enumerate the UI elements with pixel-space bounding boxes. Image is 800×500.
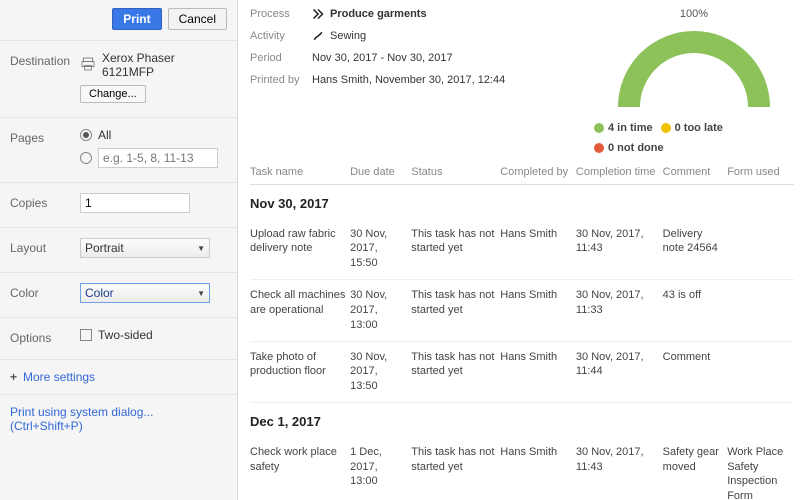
completion-gauge <box>609 22 779 112</box>
th-form: Form used <box>727 160 794 185</box>
period-label: Period <box>250 52 312 64</box>
th-status: Status <box>411 160 500 185</box>
th-task: Task name <box>250 160 350 185</box>
destination-label: Destination <box>10 51 80 68</box>
options-label: Options <box>10 328 80 345</box>
copies-input[interactable] <box>80 193 190 213</box>
layout-value: Portrait <box>85 241 124 255</box>
activity-value: Sewing <box>330 30 366 42</box>
printedby-label: Printed by <box>250 74 312 86</box>
two-sided-label: Two-sided <box>98 328 153 342</box>
cell-form: Work Place Safety Inspection Form <box>727 437 794 500</box>
activity-label: Activity <box>250 30 312 42</box>
print-preview: Process Produce garments Activity Sewing… <box>238 0 800 500</box>
printedby-value: Hans Smith, November 30, 2017, 12:44 <box>312 74 505 86</box>
cell-status: This task has not started yet <box>411 219 500 280</box>
cell-task: Check work place safety <box>250 437 350 500</box>
cell-task: Check all machines are operational <box>250 280 350 342</box>
color-value: Color <box>85 286 114 300</box>
cell-comment: Delivery note 24564 <box>663 219 728 280</box>
cell-due: 30 Nov, 2017, 13:00 <box>350 280 411 342</box>
chevron-down-icon: ▼ <box>197 244 205 253</box>
pages-range-radio[interactable] <box>80 152 92 164</box>
plus-icon: + <box>10 370 17 384</box>
layout-label: Layout <box>10 238 80 255</box>
printer-icon <box>80 56 96 75</box>
cancel-button[interactable]: Cancel <box>168 8 227 30</box>
chevron-down-icon: ▼ <box>197 289 205 298</box>
activity-icon <box>312 30 324 42</box>
legend-intime: 4 in time <box>608 122 653 134</box>
pages-all-text: All <box>98 128 111 142</box>
cell-by: Hans Smith <box>500 219 576 280</box>
system-dialog-link[interactable]: Print using system dialog... (Ctrl+Shift… <box>0 395 237 443</box>
table-row: Take photo of production floor30 Nov, 20… <box>250 341 794 403</box>
table-row: Check work place safety1 Dec, 2017, 13:0… <box>250 437 794 500</box>
gauge-legend: 4 in time 0 too late 0 not done <box>594 122 794 154</box>
th-done: Completion time <box>576 160 663 185</box>
period-value: Nov 30, 2017 - Nov 30, 2017 <box>312 52 453 64</box>
table-row: Upload raw fabric delivery note30 Nov, 2… <box>250 219 794 280</box>
print-sidebar: Print Cancel Destination Xerox Phaser 61… <box>0 0 238 500</box>
copies-label: Copies <box>10 193 80 210</box>
cell-status: This task has not started yet <box>411 341 500 403</box>
process-value: Produce garments <box>330 8 427 20</box>
cell-done: 30 Nov, 2017, 11:33 <box>576 280 663 342</box>
cell-by: Hans Smith <box>500 437 576 500</box>
th-comment: Comment <box>663 160 728 185</box>
pages-all-radio[interactable] <box>80 129 92 141</box>
dot-yellow-icon <box>661 123 671 133</box>
cell-comment: Safety gear moved <box>663 437 728 500</box>
process-label: Process <box>250 8 312 20</box>
table-row: Check all machines are operational30 Nov… <box>250 280 794 342</box>
th-by: Completed by <box>500 160 576 185</box>
cell-comment: 43 is off <box>663 280 728 342</box>
more-settings-link[interactable]: More settings <box>23 370 95 384</box>
printer-name: Xerox Phaser 6121MFP <box>102 51 227 79</box>
legend-notdone: 0 not done <box>608 142 664 154</box>
cell-comment: Comment <box>663 341 728 403</box>
cell-due: 1 Dec, 2017, 13:00 <box>350 437 411 500</box>
cell-status: This task has not started yet <box>411 437 500 500</box>
legend-toolate: 0 too late <box>675 122 723 134</box>
date-group: Nov 30, 2017 <box>250 185 794 219</box>
dot-red-icon <box>594 143 604 153</box>
cell-done: 30 Nov, 2017, 11:43 <box>576 437 663 500</box>
cell-done: 30 Nov, 2017, 11:44 <box>576 341 663 403</box>
cell-due: 30 Nov, 2017, 13:50 <box>350 341 411 403</box>
cell-task: Upload raw fabric delivery note <box>250 219 350 280</box>
cell-form <box>727 280 794 342</box>
process-icon <box>312 8 324 20</box>
color-select[interactable]: Color ▼ <box>80 283 210 303</box>
dot-green-icon <box>594 123 604 133</box>
color-label: Color <box>10 283 80 300</box>
gauge-percent: 100% <box>594 8 794 20</box>
cell-done: 30 Nov, 2017, 11:43 <box>576 219 663 280</box>
cell-status: This task has not started yet <box>411 280 500 342</box>
print-button[interactable]: Print <box>112 8 161 30</box>
pages-range-input[interactable] <box>98 148 218 168</box>
pages-label: Pages <box>10 128 80 145</box>
cell-form <box>727 341 794 403</box>
two-sided-checkbox[interactable] <box>80 329 92 341</box>
th-due: Due date <box>350 160 411 185</box>
cell-task: Take photo of production floor <box>250 341 350 403</box>
date-group: Dec 1, 2017 <box>250 403 794 437</box>
cell-due: 30 Nov, 2017, 15:50 <box>350 219 411 280</box>
cell-by: Hans Smith <box>500 280 576 342</box>
cell-form <box>727 219 794 280</box>
cell-by: Hans Smith <box>500 341 576 403</box>
tasks-table: Task name Due date Status Completed by C… <box>250 160 794 500</box>
layout-select[interactable]: Portrait ▼ <box>80 238 210 258</box>
change-printer-button[interactable]: Change... <box>80 85 146 103</box>
